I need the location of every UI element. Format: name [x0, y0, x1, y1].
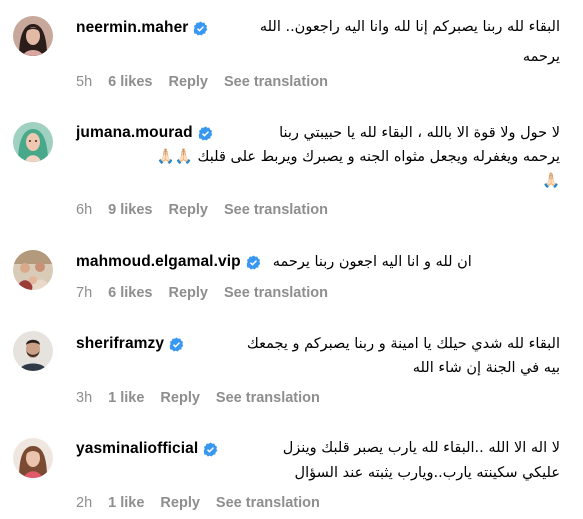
avatar-group-photo-icon	[13, 250, 53, 290]
see-translation-button[interactable]: See translation	[224, 202, 328, 218]
likes-count[interactable]: 6 likes	[108, 285, 152, 301]
reply-button[interactable]: Reply	[160, 390, 200, 406]
avatar[interactable]	[13, 438, 53, 478]
comment-item: yasminaliofficial لا اله الا الله ..البق…	[0, 418, 583, 519]
avatar-woman-dark-hair-icon	[13, 16, 53, 56]
comment-text-line: البقاء لله شدي حيلك يا امينة و ربنا يصبر…	[246, 336, 560, 352]
verified-badge-icon	[169, 336, 184, 352]
likes-count[interactable]: 1 like	[108, 495, 144, 511]
comment-item: neermin.maher البقاء لله ربنا يصبركم إنا…	[0, 0, 583, 100]
username[interactable]: mahmoud.elgamal.vip	[76, 253, 241, 271]
avatar-woman-green-scarf-icon	[13, 122, 53, 162]
avatar[interactable]	[13, 122, 53, 162]
username-row: sheriframzy	[76, 334, 184, 354]
comment-text-line: لا اله الا الله ..البقاء لله يارب يصبر ق…	[282, 440, 560, 456]
see-translation-button[interactable]: See translation	[216, 495, 320, 511]
username[interactable]: sheriframzy	[76, 335, 164, 353]
reply-button[interactable]: Reply	[168, 74, 208, 90]
reply-button[interactable]: Reply	[168, 202, 208, 218]
comment-text-line: ان لله و انا اليه اجعون ربنا يرحمه	[272, 254, 472, 270]
comment-time: 6h	[76, 202, 93, 218]
avatar-man-beard-icon	[13, 331, 53, 371]
see-translation-button[interactable]: See translation	[216, 390, 320, 406]
avatar[interactable]	[13, 250, 53, 290]
comment-time: 7h	[76, 285, 93, 301]
verified-badge-icon	[193, 20, 208, 36]
verified-badge-icon	[203, 441, 218, 457]
comment-item: sheriframzy البقاء لله شدي حيلك يا امينة…	[0, 313, 583, 418]
comment-text-line: لا حول ولا قوة الا بالله ، البقاء لله يا…	[279, 125, 560, 141]
comment-meta: 7h 6 likes Reply See translation	[76, 284, 328, 302]
comment-item: jumana.mourad لا حول ولا قوة الا بالله ،…	[0, 100, 583, 230]
likes-count[interactable]: 9 likes	[108, 202, 152, 218]
see-translation-button[interactable]: See translation	[224, 285, 328, 301]
avatar[interactable]	[13, 331, 53, 371]
comment-time: 3h	[76, 390, 93, 406]
comment-text-line: بيه في الجنة إن شاء الله	[412, 360, 560, 376]
comment-meta: 5h 6 likes Reply See translation	[76, 73, 328, 91]
reply-button[interactable]: Reply	[160, 495, 200, 511]
username[interactable]: yasminaliofficial	[76, 440, 198, 458]
avatar-woman-brown-hair-icon	[13, 438, 53, 478]
username-row: jumana.mourad	[76, 123, 213, 143]
comment-time: 5h	[76, 74, 93, 90]
comment-meta: 6h 9 likes Reply See translation	[76, 201, 328, 219]
comment-meta: 3h 1 like Reply See translation	[76, 389, 320, 407]
comment-text-line: 🙏🏻	[541, 173, 560, 189]
comment-text-line: يرحمه	[522, 49, 560, 65]
reply-button[interactable]: Reply	[168, 285, 208, 301]
comment-item: mahmoud.elgamal.vip ان لله و انا اليه اج…	[0, 230, 583, 313]
verified-badge-icon	[246, 254, 261, 270]
username[interactable]: neermin.maher	[76, 19, 188, 37]
username-row: neermin.maher	[76, 18, 208, 38]
comment-text-line: عليكي سكينته يارب..ويارب يثبته عند السؤا…	[294, 465, 560, 481]
username-row: yasminaliofficial	[76, 439, 218, 459]
see-translation-button[interactable]: See translation	[224, 74, 328, 90]
likes-count[interactable]: 1 like	[108, 390, 144, 406]
avatar[interactable]	[13, 16, 53, 56]
likes-count[interactable]: 6 likes	[108, 74, 152, 90]
comment-time: 2h	[76, 495, 93, 511]
comment-text-line: البقاء لله ربنا يصبركم إنا لله وانا اليه…	[259, 19, 560, 35]
username[interactable]: jumana.mourad	[76, 124, 193, 142]
comment-meta: 2h 1 like Reply See translation	[76, 494, 320, 512]
comment-text-line: يرحمه ويغفرله ويجعل مثواه الجنه و يصبرك …	[156, 149, 560, 165]
username-row: mahmoud.elgamal.vip ان لله و انا اليه اج…	[76, 252, 472, 272]
verified-badge-icon	[198, 125, 213, 141]
